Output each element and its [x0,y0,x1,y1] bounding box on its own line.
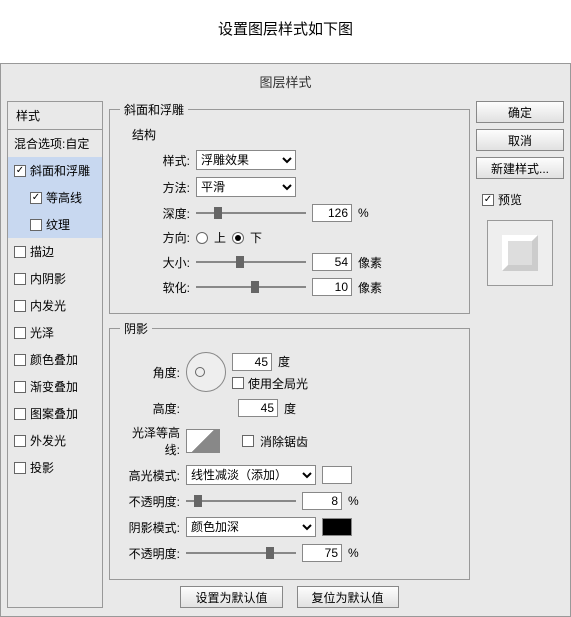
style-select[interactable]: 浮雕效果 [196,150,296,170]
style-checkbox[interactable] [14,354,26,366]
method-label: 方法: [120,179,190,196]
style-item[interactable]: 颜色叠加 [8,346,102,373]
styles-header: 样式 [8,102,102,130]
style-item-label: 颜色叠加 [30,351,78,368]
structure-label: 结构 [132,126,459,143]
make-default-button[interactable]: 设置为默认值 [180,586,282,608]
direction-up-radio[interactable] [196,232,208,244]
style-item-label: 描边 [30,243,54,260]
style-item-label: 投影 [30,459,54,476]
style-label: 样式: [120,152,190,169]
altitude-label: 高度: [120,400,180,417]
bevel-legend: 斜面和浮雕 [120,101,188,118]
style-item[interactable]: 光泽 [8,319,102,346]
soften-input[interactable] [312,278,352,296]
style-item-label: 光泽 [30,324,54,341]
style-checkbox[interactable] [14,435,26,447]
preview-box [487,220,553,286]
style-checkbox[interactable] [14,300,26,312]
global-light-checkbox[interactable] [232,377,244,389]
cancel-button[interactable]: 取消 [476,129,564,151]
soften-label: 软化: [120,279,190,296]
style-item[interactable]: 内阴影 [8,265,102,292]
highlight-opacity-input[interactable] [302,492,342,510]
style-item-label: 图案叠加 [30,405,78,422]
direction-down-radio[interactable] [232,232,244,244]
style-checkbox[interactable] [14,381,26,393]
depth-slider[interactable] [196,204,306,222]
preview-checkbox[interactable] [482,194,494,206]
layer-style-dialog: 图层样式 样式 混合选项:自定 斜面和浮雕等高线纹理描边内阴影内发光光泽颜色叠加… [0,63,571,617]
style-item-label: 斜面和浮雕 [30,162,90,179]
style-item-label: 渐变叠加 [30,378,78,395]
altitude-input[interactable] [238,399,278,417]
style-checkbox[interactable] [14,408,26,420]
shadow-color-swatch[interactable] [322,518,352,536]
depth-input[interactable] [312,204,352,222]
contour-label: 光泽等高线: [120,424,180,458]
antialias-checkbox[interactable] [242,435,254,447]
contour-picker[interactable] [186,429,220,453]
reset-default-button[interactable]: 复位为默认值 [297,586,399,608]
style-item[interactable]: 等高线 [8,184,102,211]
style-item[interactable]: 纹理 [8,211,102,238]
style-item-label: 内阴影 [30,270,66,287]
style-checkbox[interactable] [30,219,42,231]
angle-label: 角度: [120,364,180,381]
size-slider[interactable] [196,253,306,271]
style-checkbox[interactable] [14,273,26,285]
page-title: 设置图层样式如下图 [0,0,571,63]
method-select[interactable]: 平滑 [196,177,296,197]
style-item[interactable]: 投影 [8,454,102,481]
style-item[interactable]: 外发光 [8,427,102,454]
style-item[interactable]: 内发光 [8,292,102,319]
highlight-opacity-slider[interactable] [186,492,296,510]
style-item[interactable]: 渐变叠加 [8,373,102,400]
style-item-label: 等高线 [46,189,82,206]
style-item-label: 外发光 [30,432,66,449]
preview-thumbnail [502,235,538,271]
highlight-mode-label: 高光模式: [120,467,180,484]
preview-label: 预览 [498,191,522,208]
direction-label: 方向: [120,229,190,246]
style-item[interactable]: 斜面和浮雕 [8,157,102,184]
new-style-button[interactable]: 新建样式... [476,157,564,179]
style-checkbox[interactable] [30,192,42,204]
style-item[interactable]: 描边 [8,238,102,265]
shadow-opacity-input[interactable] [302,544,342,562]
highlight-mode-select[interactable]: 线性减淡（添加） [186,465,316,485]
style-item[interactable]: 图案叠加 [8,400,102,427]
style-item-label: 纹理 [46,216,70,233]
highlight-opacity-label: 不透明度: [120,493,180,510]
shadow-mode-select[interactable]: 颜色加深 [186,517,316,537]
size-label: 大小: [120,254,190,271]
style-checkbox[interactable] [14,327,26,339]
shading-legend: 阴影 [120,320,152,337]
angle-dial[interactable] [186,352,226,392]
style-checkbox[interactable] [14,462,26,474]
style-item-label: 内发光 [30,297,66,314]
shading-group: 阴影 角度: 度 使用全局光 高度:度 光泽等高线:消除锯齿 高光模式:线性减淡… [109,320,470,580]
styles-list: 样式 混合选项:自定 斜面和浮雕等高线纹理描边内阴影内发光光泽颜色叠加渐变叠加图… [7,101,103,608]
soften-slider[interactable] [196,278,306,296]
style-checkbox[interactable] [14,246,26,258]
size-input[interactable] [312,253,352,271]
dialog-title: 图层样式 [1,64,570,99]
shadow-mode-label: 阴影模式: [120,519,180,536]
highlight-color-swatch[interactable] [322,466,352,484]
depth-label: 深度: [120,205,190,222]
shadow-opacity-slider[interactable] [186,544,296,562]
angle-input[interactable] [232,353,272,371]
style-checkbox[interactable] [14,165,26,177]
bevel-group: 斜面和浮雕 结构 样式:浮雕效果 方法:平滑 深度:% 方向:上下 大小:像素 … [109,101,470,314]
ok-button[interactable]: 确定 [476,101,564,123]
blending-options[interactable]: 混合选项:自定 [8,130,102,157]
